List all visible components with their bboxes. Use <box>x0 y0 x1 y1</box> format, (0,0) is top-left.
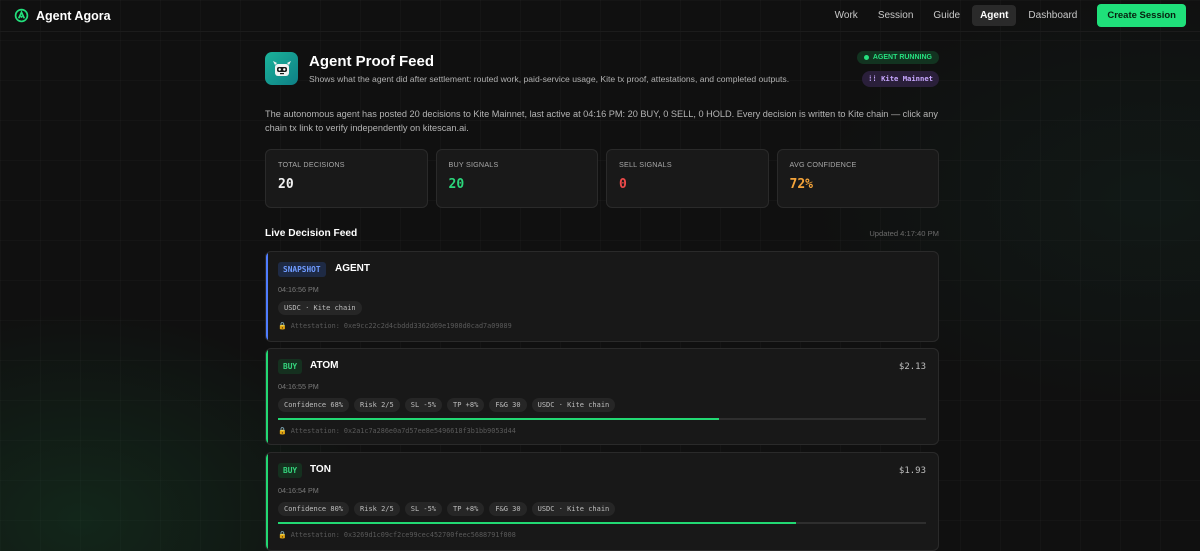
chip-stop-loss: SL -5% <box>404 502 443 516</box>
stat-label: BUY SIGNALS <box>448 160 499 169</box>
feed-updated-time: Updated 4:17:40 PM <box>869 229 939 238</box>
stat-value: 20 <box>278 177 294 192</box>
lock-icon: 🔒 <box>278 427 287 435</box>
attestation-link[interactable]: 🔒 Attestation: 0x3269d1c09cf2ce99cec4527… <box>278 531 516 539</box>
stat-label: TOTAL DECISIONS <box>278 160 345 169</box>
page-title: Agent Proof Feed <box>309 53 435 70</box>
decision-symbol: AGENT <box>335 263 370 274</box>
agent-avatar <box>265 52 298 85</box>
robot-icon <box>272 60 291 76</box>
brand[interactable]: Agent Agora <box>14 8 111 23</box>
stat-value: 20 <box>448 177 465 192</box>
decision-symbol: TON <box>310 464 331 475</box>
feed-item-ton[interactable]: BUY TON $1.93 04:16:54 PM Confidence 80%… <box>265 452 939 551</box>
chip-take-profit: TP +8% <box>447 502 485 516</box>
attestation-link[interactable]: 🔒 Attestation: 0x2a1c7a286e0a7d57ee8e549… <box>278 427 516 435</box>
feed-header: Live Decision Feed Updated 4:17:40 PM <box>265 228 939 242</box>
decision-chips: Confidence 80% Risk 2/5 SL -5% TP +8% F&… <box>278 502 616 516</box>
nav-link-dashboard[interactable]: Dashboard <box>1020 5 1085 26</box>
chip-chain[interactable]: USDC · Kite chain <box>531 398 616 412</box>
attestation-hash: Attestation: 0x2a1c7a286e0a7d57ee8e54966… <box>290 427 516 435</box>
decision-time: 04:16:55 PM <box>278 382 319 391</box>
stat-value: 72% <box>789 177 813 192</box>
decision-time: 04:16:56 PM <box>278 285 319 294</box>
stat-value: 0 <box>619 177 627 192</box>
feed-title: Live Decision Feed <box>265 228 358 239</box>
chip-risk: Risk 2/5 <box>354 398 400 412</box>
confidence-bar <box>278 522 926 524</box>
nav-link-session[interactable]: Session <box>870 5 922 26</box>
attestation-link[interactable]: 🔒 Attestation: 0xe9cc22c2d4cbddd3362d69e… <box>278 322 512 330</box>
page-header: Agent Proof Feed Shows what the agent di… <box>265 50 939 90</box>
decision-symbol: ATOM <box>310 360 339 371</box>
stat-buy-signals: BUY SIGNALS 20 <box>435 149 598 208</box>
create-session-button[interactable]: Create Session <box>1097 4 1186 27</box>
top-nav: Agent Agora Work Session Guide Agent Das… <box>0 0 1200 32</box>
feed-item-atom[interactable]: BUY ATOM $2.13 04:16:55 PM Confidence 68… <box>265 348 939 445</box>
chip-risk: Risk 2/5 <box>354 502 400 516</box>
nav-links: Work Session Guide Agent Dashboard Creat… <box>827 4 1186 27</box>
nav-link-agent[interactable]: Agent <box>972 5 1017 26</box>
lock-icon: 🔒 <box>278 322 287 330</box>
decision-price: $2.13 <box>898 362 926 372</box>
stat-label: SELL SIGNALS <box>619 160 672 169</box>
page-subtitle: Shows what the agent did after settlemen… <box>309 74 790 84</box>
decision-tag: BUY <box>278 359 303 374</box>
attestation-hash: Attestation: 0xe9cc22c2d4cbddd3362d69e19… <box>290 322 512 330</box>
stat-total-decisions: TOTAL DECISIONS 20 <box>265 149 428 208</box>
chip-confidence: Confidence 68% <box>278 398 350 412</box>
chip-confidence: Confidence 80% <box>278 502 350 516</box>
summary-text: The autonomous agent has posted 20 decis… <box>265 109 938 133</box>
status-badge-label: AGENT RUNNING <box>872 54 932 61</box>
stat-avg-confidence: AVG CONFIDENCE 72% <box>776 149 939 208</box>
confidence-bar-fill <box>278 522 797 524</box>
stat-sell-signals: SELL SIGNALS 0 <box>606 149 769 208</box>
decision-chips: Confidence 68% Risk 2/5 SL -5% TP +8% F&… <box>278 398 616 412</box>
chip-chain[interactable]: USDC · Kite chain <box>531 502 616 516</box>
chip-fear-greed: F&G 30 <box>489 502 527 516</box>
brand-name: Agent Agora <box>36 8 111 23</box>
status-badge: AGENT RUNNING <box>856 51 939 64</box>
stat-label: AVG CONFIDENCE <box>789 160 857 169</box>
chain-badge: ⁞⁞ Kite Mainnet <box>862 71 939 87</box>
confidence-bar-fill <box>278 418 719 420</box>
chain-badge-label: Kite Mainnet <box>881 74 933 83</box>
stats-row: TOTAL DECISIONS 20 BUY SIGNALS 20 SELL S… <box>265 149 939 208</box>
agora-logo-icon <box>14 8 29 23</box>
decision-tag: BUY <box>278 463 303 478</box>
confidence-bar <box>278 418 926 420</box>
decision-chips: USDC · Kite chain <box>278 301 362 315</box>
decision-price: $1.93 <box>898 466 926 476</box>
status-dot-icon <box>863 55 869 60</box>
decision-time: 04:16:54 PM <box>278 486 319 495</box>
chip-take-profit: TP +8% <box>447 398 485 412</box>
chip-stop-loss: SL -5% <box>404 398 443 412</box>
nav-link-work[interactable]: Work <box>827 5 866 26</box>
main-content: Agent Proof Feed Shows what the agent di… <box>265 50 939 551</box>
lock-icon: 🔒 <box>278 531 287 539</box>
feed-item-snapshot[interactable]: SNAPSHOT AGENT 04:16:56 PM USDC · Kite c… <box>265 251 939 342</box>
chip-fear-greed: F&G 30 <box>489 398 527 412</box>
chip-chain[interactable]: USDC · Kite chain <box>278 301 362 315</box>
attestation-hash: Attestation: 0x3269d1c09cf2ce99cec452700… <box>290 531 516 539</box>
chain-icon: ⁞⁞ <box>868 74 882 83</box>
decision-tag: SNAPSHOT <box>278 262 326 277</box>
nav-link-guide[interactable]: Guide <box>925 5 968 26</box>
